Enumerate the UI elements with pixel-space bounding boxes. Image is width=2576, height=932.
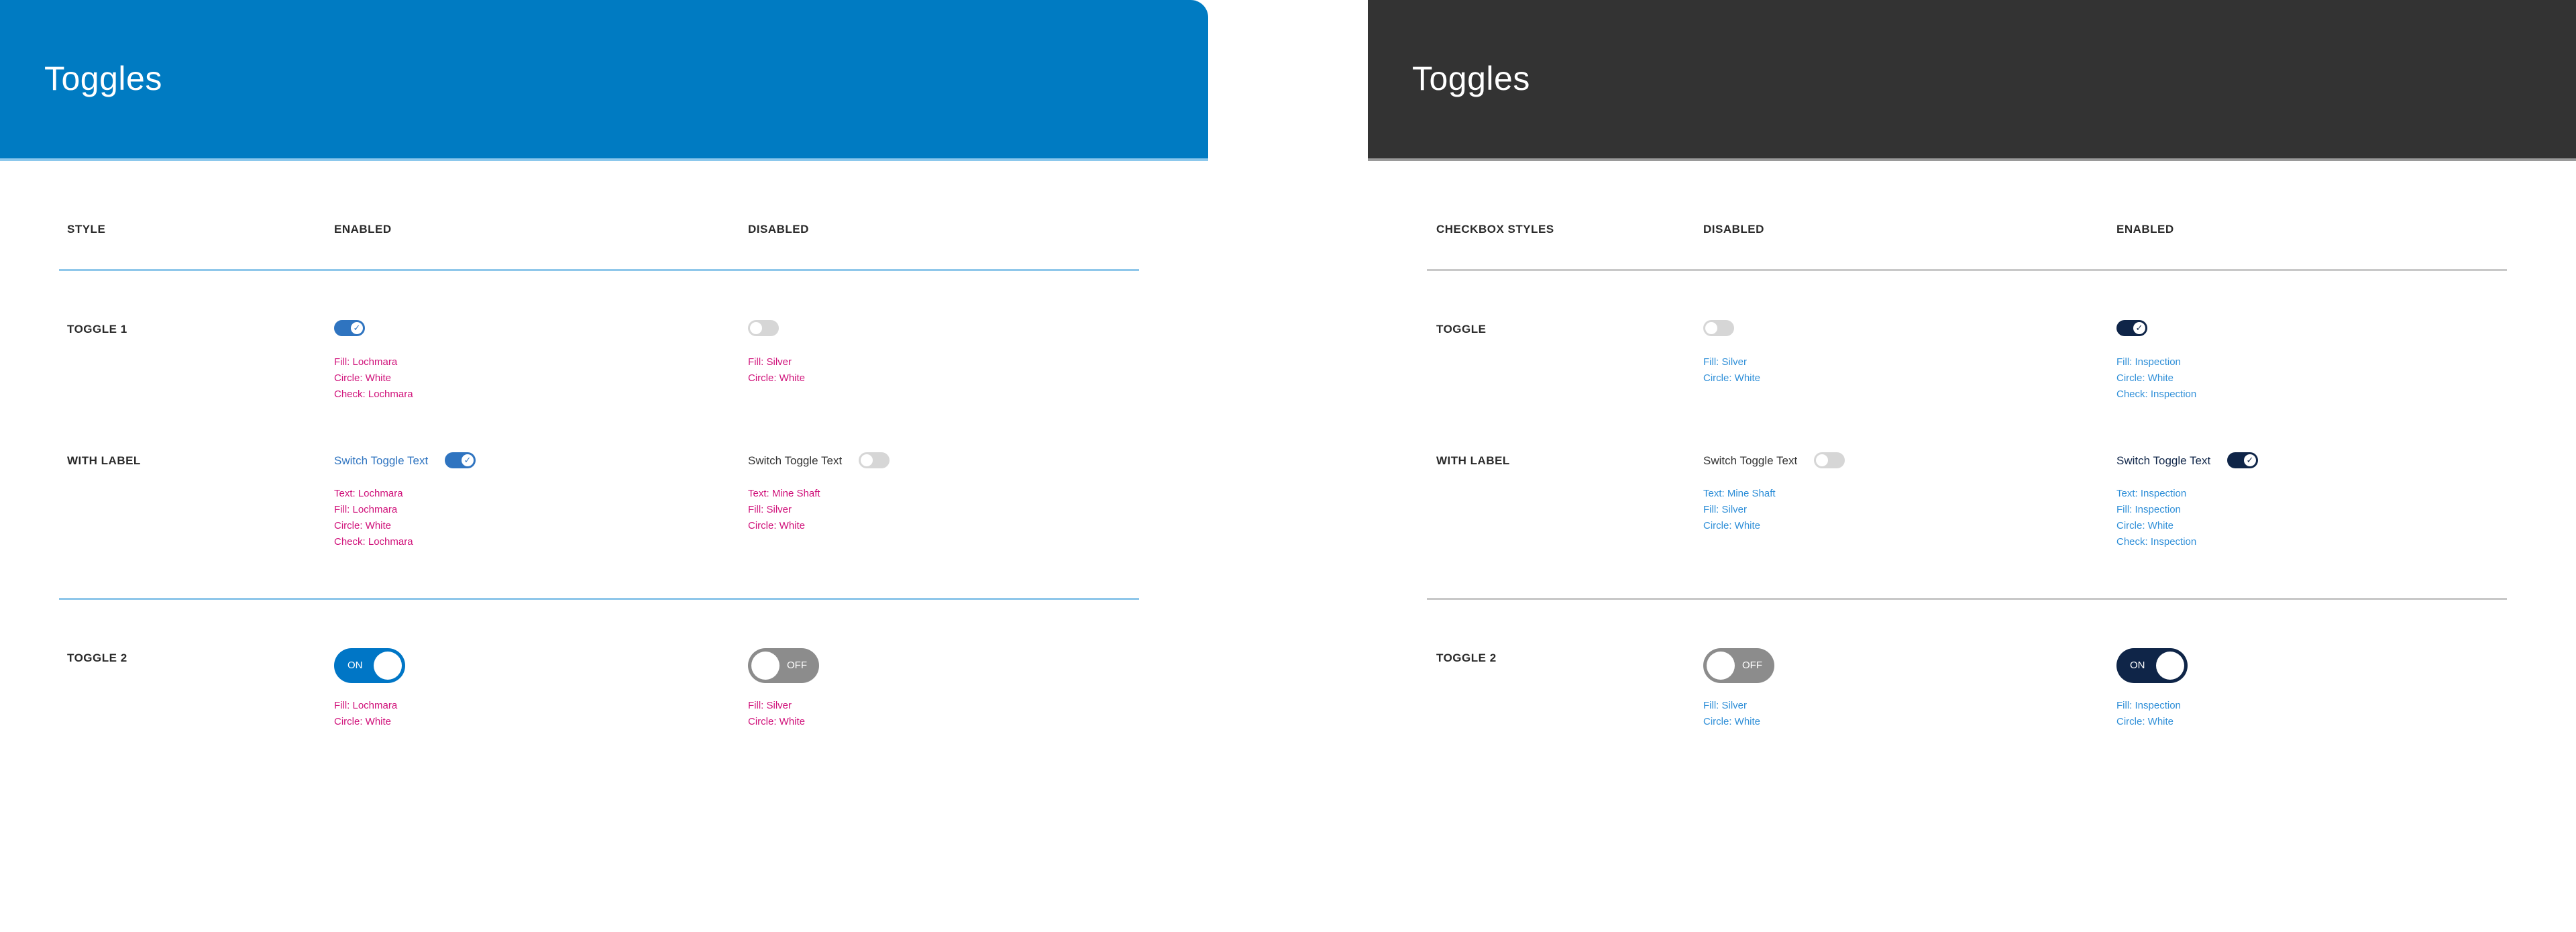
toggle-knob xyxy=(2156,652,2184,680)
check-icon: ✓ xyxy=(353,323,361,333)
table-divider xyxy=(1427,269,2507,271)
toggle-1-disabled[interactable] xyxy=(748,320,779,336)
spec-line: Fill: Inspection xyxy=(2116,504,2181,515)
toggle-off-label: OFF xyxy=(1742,660,1762,671)
spec-line: Fill: Lochmara xyxy=(334,356,398,368)
row-label-toggle-2: TOGGLE 2 xyxy=(1436,652,1497,664)
spec-line: Circle: White xyxy=(748,520,806,531)
toggle-enabled[interactable]: ✓ xyxy=(2116,320,2147,336)
panel-header: Toggles xyxy=(0,0,1208,161)
spec-line: Check: Lochmara xyxy=(334,389,413,400)
column-header-disabled: DISABLED xyxy=(1703,223,1764,236)
row-label-toggle-1: TOGGLE 1 xyxy=(67,323,127,335)
spec-line: Text: Mine Shaft xyxy=(748,488,820,499)
column-header-disabled: DISABLED xyxy=(748,223,809,236)
toggle-2-disabled-spec: Fill: Silver Circle: White xyxy=(748,698,805,730)
spec-line: Circle: White xyxy=(334,716,392,727)
toggle-2-disabled[interactable]: OFF xyxy=(748,648,819,683)
spec-line: Circle: White xyxy=(748,716,806,727)
labeled-toggle-disabled[interactable] xyxy=(859,452,890,468)
panel-header: Toggles xyxy=(1368,0,2576,161)
spec-line: Circle: White xyxy=(1703,372,1761,384)
table-divider xyxy=(1427,598,2507,600)
spec-line: Text: Lochmara xyxy=(334,488,403,499)
spec-line: Text: Inspection xyxy=(2116,488,2187,499)
spec-line: Fill: Silver xyxy=(1703,504,1748,515)
spec-line: Circle: White xyxy=(2116,520,2174,531)
row-label-with-label: WITH LABEL xyxy=(1436,454,1510,467)
toggle-knob xyxy=(374,652,402,680)
toggle-1-enabled[interactable]: ✓ xyxy=(334,320,365,336)
column-header-style: STYLE xyxy=(67,223,106,236)
switch-toggle-text: Switch Toggle Text xyxy=(1703,454,1798,467)
spec-line: Fill: Silver xyxy=(1703,356,1748,368)
spec-line: Circle: White xyxy=(334,372,392,384)
toggle-on-label: ON xyxy=(347,660,363,671)
check-icon: ✓ xyxy=(2246,455,2254,465)
toggle-knob xyxy=(751,652,780,680)
toggle-2-disabled[interactable]: OFF xyxy=(1703,648,1774,683)
row-label-toggle: TOGGLE xyxy=(1436,323,1487,335)
spec-line: Fill: Lochmara xyxy=(334,504,398,515)
toggle-knob xyxy=(1816,454,1828,466)
toggle-on-label: ON xyxy=(2130,660,2145,671)
labeled-toggle-disabled[interactable] xyxy=(1814,452,1845,468)
column-header-checkbox-styles: CHECKBOX STYLES xyxy=(1436,223,1554,236)
toggles-panel-dark: Toggles CHECKBOX STYLES DISABLED ENABLED… xyxy=(1368,0,2576,932)
check-icon: ✓ xyxy=(464,455,472,465)
spec-line: Check: Lochmara xyxy=(334,536,413,548)
spec-line: Fill: Silver xyxy=(748,504,792,515)
column-header-enabled: ENABLED xyxy=(2116,223,2174,236)
labeled-toggle-enabled[interactable]: ✓ xyxy=(445,452,476,468)
spec-line: Circle: White xyxy=(334,520,392,531)
check-icon: ✓ xyxy=(2135,323,2143,333)
switch-toggle-text: Switch Toggle Text xyxy=(2116,454,2211,467)
spec-line: Fill: Silver xyxy=(748,700,792,711)
toggle-2-enabled-spec: Fill: Lochmara Circle: White xyxy=(334,698,397,730)
spec-line: Check: Inspection xyxy=(2116,536,2197,548)
row-label-toggle-2: TOGGLE 2 xyxy=(67,652,127,664)
table-divider xyxy=(59,269,1139,271)
column-header-enabled: ENABLED xyxy=(334,223,392,236)
toggle-2-enabled[interactable]: ON xyxy=(2116,648,2188,683)
labeled-toggle-enabled-spec: Text: Lochmara Fill: Lochmara Circle: Wh… xyxy=(334,486,413,550)
table-divider xyxy=(59,598,1139,600)
spec-line: Circle: White xyxy=(1703,520,1761,531)
spec-line: Fill: Lochmara xyxy=(334,700,398,711)
spec-line: Circle: White xyxy=(2116,372,2174,384)
toggle-knob xyxy=(1707,652,1735,680)
spec-line: Fill: Inspection xyxy=(2116,356,2181,368)
labeled-toggle-disabled-spec: Text: Mine Shaft Fill: Silver Circle: Wh… xyxy=(748,486,820,534)
panel-title: Toggles xyxy=(44,60,162,97)
panel-title: Toggles xyxy=(1412,60,1530,97)
toggle-1-enabled-spec: Fill: Lochmara Circle: White Check: Loch… xyxy=(334,354,413,403)
spec-line: Fill: Silver xyxy=(748,356,792,368)
toggle-enabled-spec: Fill: Inspection Circle: White Check: In… xyxy=(2116,354,2196,403)
toggle-disabled[interactable] xyxy=(1703,320,1734,336)
spec-line: Fill: Inspection xyxy=(2116,700,2181,711)
spec-line: Circle: White xyxy=(1703,716,1761,727)
toggle-off-label: OFF xyxy=(787,660,807,671)
spec-line: Circle: White xyxy=(748,372,806,384)
toggle-1-disabled-spec: Fill: Silver Circle: White xyxy=(748,354,805,386)
spec-line: Text: Mine Shaft xyxy=(1703,488,1776,499)
toggle-disabled-spec: Fill: Silver Circle: White xyxy=(1703,354,1760,386)
toggle-2-disabled-spec: Fill: Silver Circle: White xyxy=(1703,698,1760,730)
toggle-2-enabled[interactable]: ON xyxy=(334,648,405,683)
spec-line: Check: Inspection xyxy=(2116,389,2197,400)
labeled-toggle-enabled[interactable]: ✓ xyxy=(2227,452,2258,468)
row-label-with-label: WITH LABEL xyxy=(67,454,141,467)
spec-line: Fill: Silver xyxy=(1703,700,1748,711)
toggles-panel-light: Toggles STYLE ENABLED DISABLED TOGGLE 1 … xyxy=(0,0,1208,932)
toggle-knob xyxy=(750,322,762,334)
switch-toggle-text: Switch Toggle Text xyxy=(748,454,843,467)
toggle-2-enabled-spec: Fill: Inspection Circle: White xyxy=(2116,698,2181,730)
toggle-knob xyxy=(1705,322,1717,334)
toggle-knob xyxy=(861,454,873,466)
switch-toggle-text: Switch Toggle Text xyxy=(334,454,429,467)
labeled-toggle-disabled-spec: Text: Mine Shaft Fill: Silver Circle: Wh… xyxy=(1703,486,1776,534)
spec-line: Circle: White xyxy=(2116,716,2174,727)
labeled-toggle-enabled-spec: Text: Inspection Fill: Inspection Circle… xyxy=(2116,486,2196,550)
